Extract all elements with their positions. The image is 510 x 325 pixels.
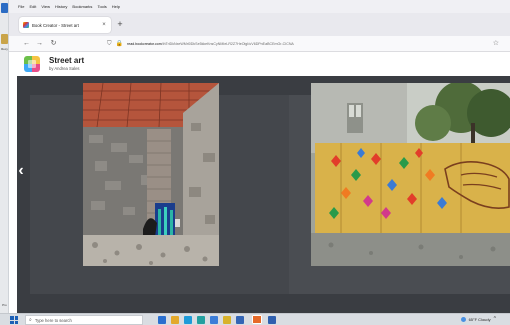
store-icon[interactable] — [197, 316, 205, 324]
taskbar-search-box[interactable]: ⌕ Type here to search — [25, 315, 143, 325]
url-host: read.bookcreator.com — [127, 41, 162, 46]
book-reader: ‹ — [17, 76, 510, 313]
search-icon: ⌕ — [29, 317, 32, 323]
weather-text[interactable]: 65°F Cloudy — [469, 317, 491, 322]
photos-icon[interactable] — [268, 316, 276, 324]
file-explorer-icon[interactable] — [171, 316, 179, 324]
menu-item-bookmarks[interactable]: Bookmarks — [72, 4, 92, 9]
back-arrow-icon[interactable]: ← — [22, 39, 31, 48]
task-view-icon[interactable] — [158, 316, 166, 324]
menu-item-history[interactable]: History — [55, 4, 67, 9]
windows-taskbar: ⌕ Type here to search 65°F Cloudy ^ — [0, 313, 510, 325]
desktop-strip: Recy Pro — [0, 0, 9, 313]
tab-title: Book Creator - Street art — [32, 22, 79, 28]
system-tray: 65°F Cloudy ^ — [460, 316, 496, 322]
tab-book-creator[interactable]: Book Creator - Street art × — [19, 17, 111, 33]
word-icon[interactable] — [236, 316, 244, 324]
taskbar-search-placeholder: Type here to search — [34, 317, 72, 323]
menu-item-help[interactable]: Help — [112, 4, 120, 9]
mail-icon[interactable] — [210, 316, 218, 324]
book-creator-logo-icon[interactable] — [24, 56, 40, 72]
new-tab-button[interactable]: + — [115, 19, 125, 29]
reload-icon[interactable]: ↻ — [49, 39, 58, 48]
book-author: by Andrea Sales — [49, 66, 80, 71]
courtyard-photo — [83, 83, 219, 266]
lock-icon[interactable]: 🔒 — [116, 40, 123, 48]
navigation-bar: ← → ↻ ⛉ 🔒 read.bookcreator.com/ihTriDkNx… — [9, 36, 510, 52]
edge-browser-icon[interactable] — [184, 316, 192, 324]
recycle-bin-icon[interactable] — [1, 34, 8, 44]
menu-item-edit[interactable]: Edit — [29, 4, 36, 9]
mural-photo — [311, 83, 510, 266]
courtyard-photo-drawing — [83, 83, 219, 266]
tab-close-icon[interactable]: × — [101, 22, 107, 28]
tab-strip: Book Creator - Street art × + — [9, 13, 510, 36]
menu-item-view[interactable]: View — [41, 4, 50, 9]
weather-icon[interactable] — [460, 316, 466, 322]
desktop-label-bottom: Pro — [2, 303, 7, 307]
bookmark-star-icon[interactable]: ☆ — [493, 39, 499, 48]
url-path: /ihTriDkNxeWMrl0DkSe5kkeKnsCyNMIeLR2Z7He… — [161, 41, 294, 46]
book-title: Street art — [49, 56, 85, 65]
firefox-icon[interactable] — [252, 315, 262, 324]
book-header: Street art by Andrea Sales — [9, 52, 510, 76]
desktop-label-recycle: Recy — [1, 47, 8, 51]
desktop-app-icon[interactable] — [1, 3, 8, 13]
previous-page-chevron-icon[interactable]: ‹ — [14, 162, 28, 180]
book-creator-favicon-icon — [23, 22, 29, 28]
forward-arrow-icon[interactable]: → — [35, 39, 44, 48]
url-text[interactable]: read.bookcreator.com/ihTriDkNxeWMrl0DkSe… — [127, 42, 294, 46]
tray-expand-chevron-icon[interactable]: ^ — [494, 316, 496, 322]
folder-icon[interactable] — [223, 316, 231, 324]
menu-item-file[interactable]: File — [18, 4, 24, 9]
mural-photo-drawing — [311, 83, 510, 266]
url-bar[interactable]: ⛉ 🔒 read.bookcreator.com/ihTriDkNxeWMrl0… — [105, 38, 485, 49]
start-windows-icon[interactable] — [10, 316, 18, 324]
menu-item-tools[interactable]: Tools — [97, 4, 106, 9]
screen: Recy Pro File Edit View History Bookmarks Too… — [0, 0, 510, 325]
browser-menubar: File Edit View History Bookmarks Tools Help — [9, 0, 510, 13]
shield-icon[interactable]: ⛉ — [107, 40, 112, 48]
